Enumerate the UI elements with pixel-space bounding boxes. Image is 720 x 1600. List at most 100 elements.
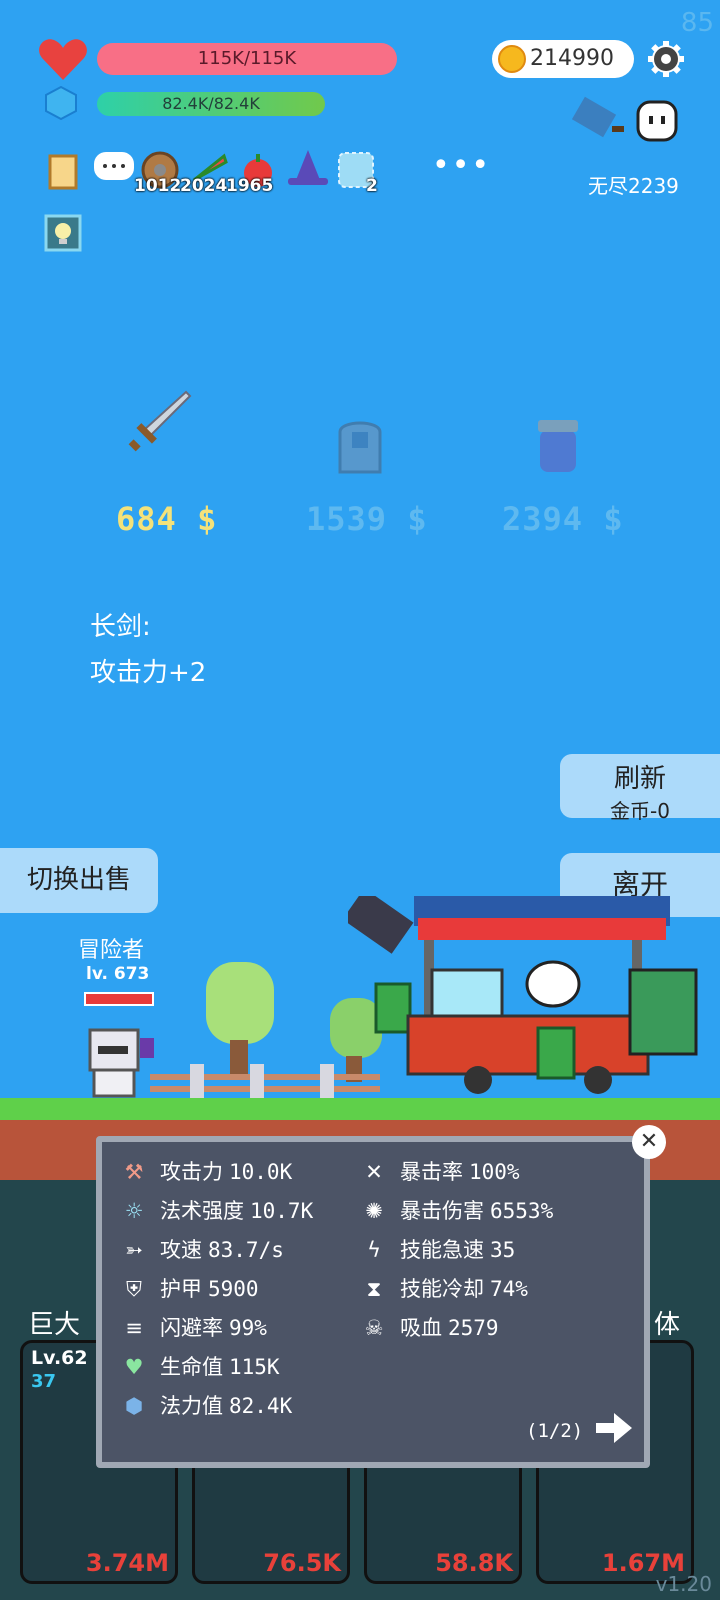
potion-price: 2394 $ bbox=[502, 500, 624, 538]
hero-hp-bar bbox=[84, 992, 154, 1006]
card-value-2: 76.5K bbox=[263, 1549, 341, 1577]
mp-bar: 82.4K/82.4K bbox=[97, 92, 325, 116]
stat-value: 100% bbox=[469, 1160, 520, 1184]
card-sub: 37 bbox=[31, 1371, 57, 1392]
chat-bubble-icon[interactable] bbox=[92, 150, 136, 190]
stat-label: 技能急速 bbox=[400, 1238, 484, 1262]
stat-row: ✺ 暴击伤害 6553% bbox=[358, 1195, 553, 1225]
mp-label: 82.4K/82.4K bbox=[162, 94, 260, 113]
stat-value: 74% bbox=[490, 1277, 528, 1301]
buff-count-3: 1965 bbox=[226, 176, 274, 196]
stat-row: ⬢ 法力值 82.4K bbox=[118, 1390, 292, 1420]
crystal-icon: ⬢ bbox=[124, 1394, 144, 1418]
card-value-3: 58.8K bbox=[435, 1549, 513, 1577]
axe-icon: ⚒ bbox=[124, 1160, 144, 1184]
mana-crystal-icon bbox=[45, 86, 77, 120]
stat-value: 6553% bbox=[490, 1199, 554, 1223]
sword-icon[interactable] bbox=[126, 386, 196, 456]
stat-row: ☠ 吸血 2579 bbox=[358, 1312, 499, 1342]
card-value-1: 3.74M bbox=[85, 1549, 169, 1577]
ghost-icon[interactable] bbox=[634, 98, 680, 144]
hero-level: lv. 673 bbox=[86, 964, 150, 984]
stat-row: ☼ 法术强度 10.7K bbox=[118, 1195, 314, 1225]
stat-label: 法术强度 bbox=[160, 1199, 244, 1223]
stat-value: 35 bbox=[490, 1238, 516, 1262]
stat-row: ⛨ 护甲 5900 bbox=[118, 1273, 259, 1303]
lightbulb-icon[interactable] bbox=[44, 214, 82, 252]
grass-ground bbox=[0, 1098, 720, 1120]
merchant-cart bbox=[348, 896, 698, 1094]
shield-icon: ⛨ bbox=[126, 1277, 142, 1301]
skull-icon: ☠ bbox=[364, 1316, 384, 1340]
switch-sell-button[interactable]: 切换出售 bbox=[0, 848, 158, 913]
stat-row: ➳ 攻速 83.7/s bbox=[118, 1234, 284, 1264]
more-icon[interactable]: ••• bbox=[432, 148, 491, 183]
coin-amount: 214990 bbox=[530, 46, 614, 71]
stat-label: 护甲 bbox=[160, 1277, 202, 1301]
coin-icon bbox=[498, 45, 526, 73]
shield-buff-count: 1012 bbox=[134, 176, 182, 196]
fps-counter: 85 bbox=[680, 8, 714, 38]
stat-row: ♥ 生命值 115K bbox=[118, 1351, 280, 1381]
stats-panel: ⚒ 攻击力 10.0K ☼ 法术强度 10.7K ➳ 攻速 83.7/s ⛨ 护甲 5900 ≡ 闪避率 9… bbox=[96, 1136, 650, 1468]
bottom-right-title: 体 bbox=[654, 1310, 681, 1340]
stat-row: ϟ 技能急速 35 bbox=[358, 1234, 515, 1264]
stat-row: ✕ 暴击率 100% bbox=[358, 1156, 520, 1186]
crit-icon: ✕ bbox=[365, 1160, 383, 1184]
stat-value: 82.4K bbox=[229, 1394, 293, 1418]
stat-row: ≡ 闪避率 99% bbox=[118, 1312, 267, 1342]
stat-row: ⧗ 技能冷却 74% bbox=[358, 1273, 528, 1303]
bow-icon: ➳ bbox=[125, 1238, 143, 1262]
stat-value: 2579 bbox=[448, 1316, 499, 1340]
coin-counter: 214990 bbox=[492, 40, 634, 78]
stat-value: 5900 bbox=[208, 1277, 259, 1301]
wizard-hat-icon[interactable] bbox=[286, 148, 330, 190]
bottom-left-title: 巨大 bbox=[28, 1310, 81, 1340]
heart-icon bbox=[39, 39, 87, 80]
card-level: Lv.62 bbox=[31, 1347, 88, 1369]
page-indicator: (1/2) bbox=[526, 1420, 584, 1442]
stat-value: 99% bbox=[229, 1316, 267, 1340]
gear-icon[interactable] bbox=[646, 39, 686, 79]
cleaver-icon[interactable] bbox=[572, 96, 628, 142]
stat-label: 生命值 bbox=[160, 1355, 223, 1379]
hero-name: 冒险者 bbox=[78, 938, 145, 963]
stat-label: 技能冷却 bbox=[400, 1277, 484, 1301]
lines-icon: ≡ bbox=[125, 1316, 143, 1340]
armor-icon[interactable] bbox=[334, 416, 386, 476]
stat-label: 吸血 bbox=[400, 1316, 442, 1340]
stat-label: 暴击率 bbox=[400, 1160, 463, 1184]
stat-value: 83.7/s bbox=[208, 1238, 284, 1262]
blank-slot-count: 2 bbox=[366, 176, 378, 196]
sun-icon: ☼ bbox=[124, 1199, 144, 1223]
item-desc-text: 攻击力+2 bbox=[90, 658, 207, 688]
next-page-arrow-icon[interactable] bbox=[594, 1410, 634, 1446]
armor-price: 1539 $ bbox=[306, 500, 428, 538]
item-desc-title: 长剑: bbox=[90, 612, 151, 642]
fence bbox=[150, 1064, 380, 1098]
scroll-icon[interactable] bbox=[44, 152, 82, 192]
close-icon[interactable]: ✕ bbox=[632, 1125, 666, 1159]
hourglass-icon: ⧗ bbox=[366, 1277, 382, 1301]
heart-icon: ♥ bbox=[124, 1355, 144, 1379]
stat-value: 10.7K bbox=[250, 1199, 314, 1223]
sword-price: 684 $ bbox=[116, 500, 218, 538]
hp-label: 115K/115K bbox=[197, 48, 297, 69]
stat-row: ⚒ 攻击力 10.0K bbox=[118, 1156, 293, 1186]
knight-sprite bbox=[88, 1028, 154, 1098]
burst-icon: ✺ bbox=[365, 1199, 383, 1223]
refresh-cost: 金币-0 bbox=[610, 799, 670, 823]
stat-label: 暴击伤害 bbox=[400, 1199, 484, 1223]
stat-value: 115K bbox=[229, 1355, 280, 1379]
refresh-label: 刷新 bbox=[613, 764, 666, 794]
stat-label: 闪避率 bbox=[160, 1316, 223, 1340]
stat-label: 攻击力 bbox=[160, 1160, 223, 1184]
lightning-icon: ϟ bbox=[367, 1238, 381, 1262]
endless-level: 无尽2239 bbox=[588, 174, 679, 198]
refresh-button[interactable]: 刷新 金币-0 bbox=[560, 754, 720, 823]
hp-bar: 115K/115K bbox=[97, 43, 397, 75]
stat-label: 法力值 bbox=[160, 1394, 223, 1418]
potion-jar-icon[interactable] bbox=[534, 418, 582, 476]
stat-label: 攻速 bbox=[160, 1238, 202, 1262]
version-label: v1.20 bbox=[655, 1572, 712, 1596]
